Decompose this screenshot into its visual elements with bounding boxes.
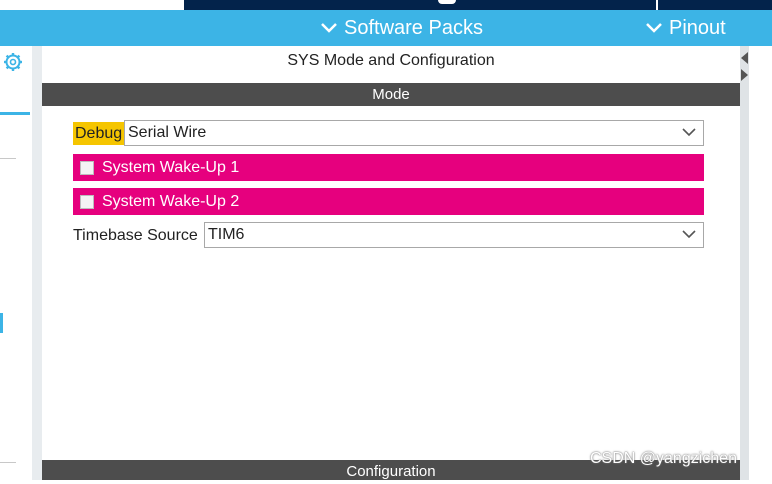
- pinout-menu[interactable]: Pinout: [645, 10, 726, 46]
- system-wakeup-2-option[interactable]: System Wake-Up 2: [73, 188, 704, 215]
- system-wakeup-2-checkbox[interactable]: [80, 194, 94, 209]
- sidebar-selection-marker: [0, 313, 3, 333]
- sidebar-active-indicator: [0, 112, 30, 115]
- system-wakeup-1-label: System Wake-Up 1: [102, 158, 240, 176]
- sidebar-divider: [0, 158, 16, 159]
- gear-icon[interactable]: [3, 52, 23, 72]
- software-packs-label: Software Packs: [344, 16, 483, 39]
- pinout-label: Pinout: [669, 16, 726, 39]
- expand-right-icon[interactable]: [741, 69, 748, 81]
- top-strip-separator: [656, 0, 658, 10]
- timebase-source-label: Timebase Source: [73, 227, 198, 244]
- chevron-down-icon: [682, 230, 696, 239]
- panel-left-border: [32, 46, 42, 480]
- panel-scrollbar[interactable]: [740, 46, 749, 480]
- menu-bar: Software Packs Pinout: [0, 10, 772, 46]
- panel-title: SYS Mode and Configuration: [287, 52, 495, 69]
- timebase-source-select[interactable]: TIM6: [204, 222, 704, 248]
- collapse-left-icon[interactable]: [741, 52, 748, 64]
- debug-select[interactable]: Serial Wire: [124, 120, 704, 146]
- top-tab-fragment: [438, 0, 456, 4]
- system-wakeup-2-label: System Wake-Up 2: [102, 192, 240, 210]
- system-wakeup-1-checkbox[interactable]: [80, 160, 94, 175]
- sidebar-divider: [0, 462, 16, 463]
- top-navigation-strip: [184, 0, 772, 10]
- chevron-down-icon: [682, 128, 696, 137]
- chevron-down-icon: [321, 23, 337, 33]
- chevron-down-icon: [646, 23, 662, 33]
- system-wakeup-1-option[interactable]: System Wake-Up 1: [73, 154, 704, 181]
- mode-section-header: Mode: [42, 83, 740, 106]
- debug-label: Debug: [73, 122, 125, 145]
- debug-select-value: Serial Wire: [128, 124, 207, 141]
- watermark-text: CSDN @yangzichen: [590, 450, 737, 467]
- software-packs-menu[interactable]: Software Packs: [320, 10, 483, 46]
- sys-configuration-panel: [42, 46, 740, 451]
- timebase-source-value: TIM6: [208, 226, 245, 243]
